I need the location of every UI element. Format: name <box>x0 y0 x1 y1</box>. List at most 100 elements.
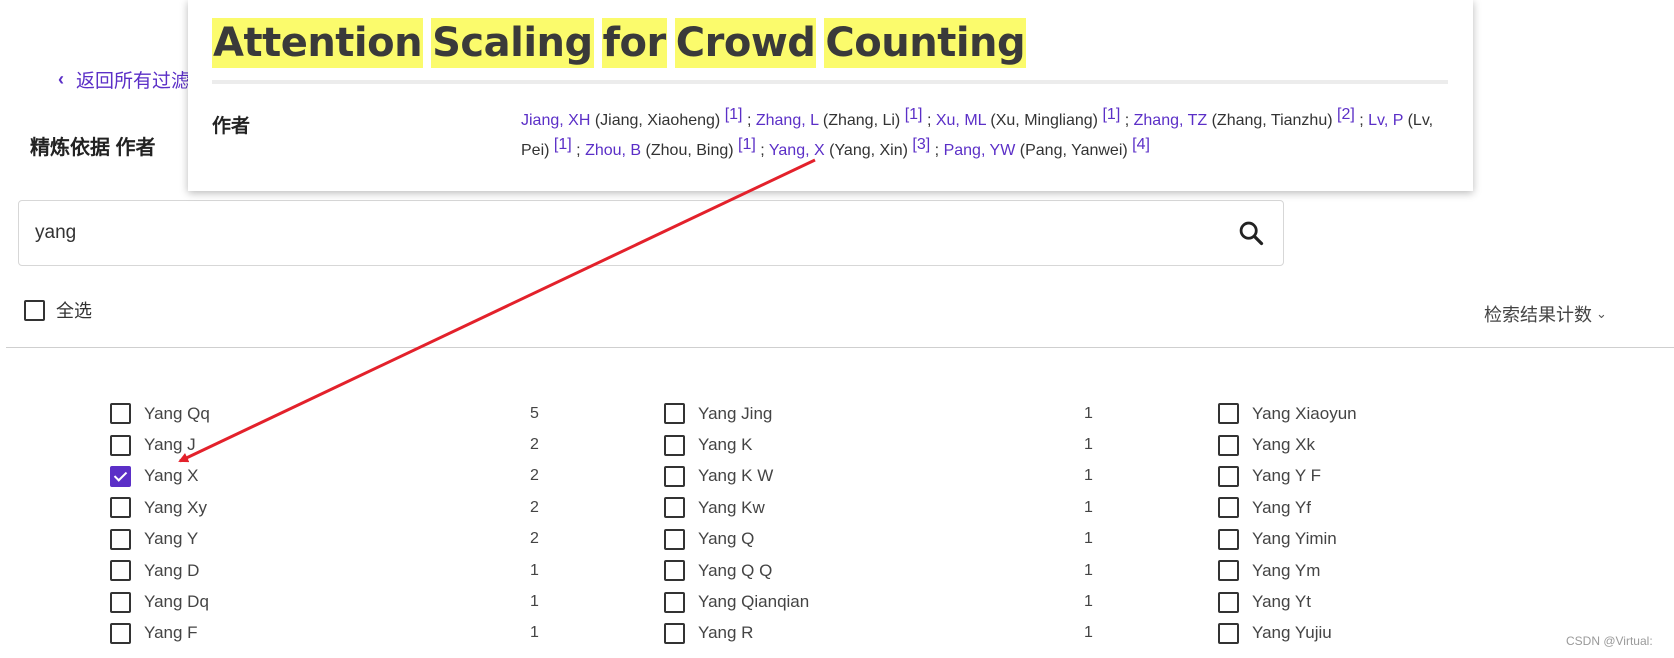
author-name: Yang Q <box>698 529 755 549</box>
select-all-control[interactable]: 全选 <box>24 297 92 323</box>
result-count: 1 <box>1084 404 1093 422</box>
author-facet-item[interactable]: Yang Jing 1 <box>664 398 1093 429</box>
author-facet-item[interactable]: Yang Xiaoyun <box>1218 398 1357 429</box>
author-name: Yang Xy <box>144 497 208 517</box>
author-checkbox[interactable] <box>664 434 685 456</box>
author-name: Yang Xk <box>1252 435 1316 455</box>
author-checkbox[interactable] <box>1218 560 1239 582</box>
author-checkbox[interactable] <box>110 560 131 582</box>
author-checkbox[interactable] <box>664 403 685 425</box>
author-name: Yang R <box>698 623 754 643</box>
author-link[interactable]: Yang, X <box>769 142 825 159</box>
sort-dropdown[interactable]: 检索结果计数 ⌄ <box>1484 301 1607 327</box>
result-count: 2 <box>530 467 539 485</box>
author-checkbox[interactable] <box>664 622 685 644</box>
affiliation-ref-link[interactable]: [3] <box>912 136 930 153</box>
author-full-name: (Pang, Yanwei) <box>1019 142 1128 159</box>
author-facet-item[interactable]: Yang Y 2 <box>110 524 539 555</box>
author-facet-item[interactable]: Yang Yujiu <box>1218 618 1357 649</box>
author-facet-item[interactable]: Yang Yf <box>1218 492 1357 523</box>
result-count: 1 <box>530 593 539 611</box>
result-count: 1 <box>1084 467 1093 485</box>
author-checkbox[interactable] <box>1218 528 1239 550</box>
back-to-all-filters-link[interactable]: ‹ 返回所有过滤 <box>58 66 190 93</box>
author-facet-item[interactable]: Yang Xk <box>1218 429 1357 460</box>
author-checkbox[interactable] <box>110 497 131 519</box>
author-name: Yang Ym <box>1252 560 1321 580</box>
affiliation-ref-link[interactable]: [1] <box>725 106 743 123</box>
author-link[interactable]: Zhang, L <box>756 112 819 129</box>
result-count: 5 <box>530 404 539 422</box>
author-facet-item[interactable]: Yang Qianqian 1 <box>664 586 1093 617</box>
author-name: Yang J <box>144 435 196 455</box>
author-link[interactable]: Jiang, XH <box>521 112 590 129</box>
affiliation-ref-link[interactable]: [1] <box>1102 106 1120 123</box>
author-checkbox[interactable] <box>110 622 131 644</box>
author-facet-column-2: Yang Jing 1 Yang K 1 Yang K W 1 Yang Kw 1 Yang Q… <box>664 398 1093 649</box>
author-facet-item[interactable]: Yang Q 1 <box>664 524 1093 555</box>
affiliation-ref-link[interactable]: [4] <box>1132 136 1150 153</box>
title-word: Scaling <box>431 18 594 68</box>
author-facet-item[interactable]: Yang Qq 5 <box>110 398 539 429</box>
author-link[interactable]: Zhou, B <box>585 142 641 159</box>
author-facet-item[interactable]: Yang Xy 2 <box>110 492 539 523</box>
author-facet-item[interactable]: Yang J 2 <box>110 429 539 460</box>
author-facet-item[interactable]: Yang R 1 <box>664 618 1093 649</box>
result-count: 1 <box>1084 498 1093 516</box>
authors-label: 作者 <box>212 116 251 137</box>
author-name: Yang Qianqian <box>698 592 810 612</box>
author-checkbox[interactable] <box>1218 591 1239 613</box>
author-facet-item[interactable]: Yang Ym <box>1218 555 1357 586</box>
author-separator: ; <box>760 142 765 159</box>
result-count: 1 <box>1084 593 1093 611</box>
author-checkbox[interactable] <box>664 560 685 582</box>
author-facet-item[interactable]: Yang K W 1 <box>664 461 1093 492</box>
author-facet-item[interactable]: Yang F 1 <box>110 618 539 649</box>
author-checkbox[interactable] <box>110 591 131 613</box>
author-checkbox[interactable] <box>664 465 685 487</box>
result-count: 1 <box>1084 624 1093 642</box>
author-checkbox[interactable] <box>1218 403 1239 425</box>
author-name: Yang Dq <box>144 592 209 612</box>
affiliation-ref-link[interactable]: [1] <box>738 136 756 153</box>
author-checkbox[interactable] <box>1218 434 1239 456</box>
author-facet-column-3: Yang Xiaoyun Yang Xk Yang Y F Yang Yf Yang Y… <box>1218 398 1357 649</box>
author-checkbox[interactable] <box>110 434 131 456</box>
author-checkbox[interactable] <box>110 528 131 550</box>
author-checkbox[interactable] <box>110 403 131 425</box>
author-checkbox[interactable] <box>1218 622 1239 644</box>
author-facet-item[interactable]: Yang X 2 <box>110 461 539 492</box>
result-count: 1 <box>530 561 539 579</box>
select-all-checkbox[interactable] <box>24 299 45 321</box>
author-facet-item[interactable]: Yang Q Q 1 <box>664 555 1093 586</box>
author-checkbox[interactable] <box>1218 497 1239 519</box>
author-checkbox[interactable] <box>664 591 685 613</box>
author-link[interactable]: Xu, ML <box>936 112 986 129</box>
author-facet-item[interactable]: Yang Yt <box>1218 586 1357 617</box>
affiliation-ref-link[interactable]: [1] <box>554 136 572 153</box>
search-icon[interactable] <box>1237 219 1265 247</box>
author-name: Yang Y <box>144 529 199 549</box>
author-facet-item[interactable]: Yang Dq 1 <box>110 586 539 617</box>
affiliation-ref-link[interactable]: [2] <box>1337 106 1355 123</box>
author-checkbox[interactable] <box>664 528 685 550</box>
affiliation-ref-link[interactable]: [1] <box>905 106 923 123</box>
author-facet-item[interactable]: Yang Yimin <box>1218 524 1357 555</box>
author-facet-item[interactable]: Yang Y F <box>1218 461 1357 492</box>
author-separator: ; <box>926 112 932 129</box>
author-checkbox[interactable] <box>664 497 685 519</box>
author-full-name: (Zhang, Tianzhu) <box>1211 112 1333 129</box>
author-facet-item[interactable]: Yang D 1 <box>110 555 539 586</box>
select-all-label: 全选 <box>56 301 92 321</box>
author-full-name: (Xu, Mingliang) <box>990 112 1099 129</box>
author-checkbox[interactable] <box>1218 465 1239 487</box>
author-link[interactable]: Zhang, TZ <box>1134 112 1208 129</box>
author-facet-item[interactable]: Yang Kw 1 <box>664 492 1093 523</box>
author-facet-item[interactable]: Yang K 1 <box>664 429 1093 460</box>
author-full-name: (Yang, Xin) <box>829 142 908 159</box>
author-link[interactable]: Pang, YW <box>944 142 1016 159</box>
author-link[interactable]: Lv, P <box>1368 112 1403 129</box>
author-name: Yang Yf <box>1252 497 1311 517</box>
author-search-input[interactable] <box>33 217 1217 249</box>
author-checkbox[interactable] <box>110 465 131 487</box>
